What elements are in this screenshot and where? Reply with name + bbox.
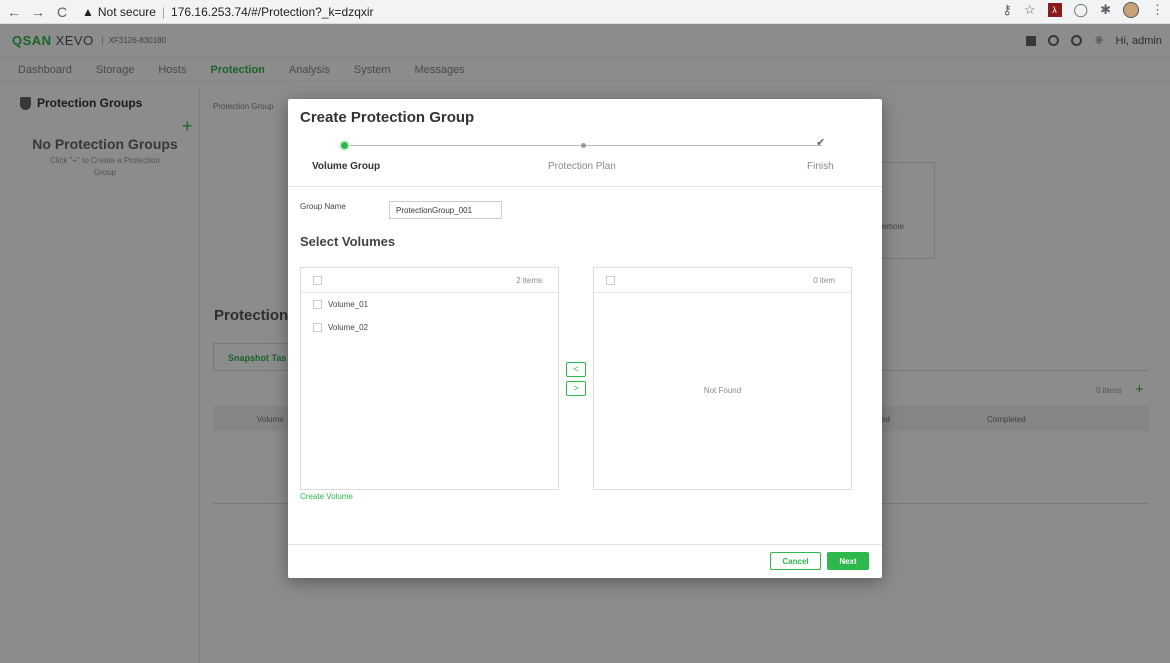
warning-icon: ▲ [82, 4, 94, 19]
browser-actions: ⚷ ☆ λ ◯ ✱ ⋮ [1002, 2, 1164, 18]
select-all-checkbox[interactable] [313, 276, 322, 285]
selected-list-header: 0 item [594, 268, 851, 293]
reload-icon[interactable]: C [52, 2, 72, 22]
step-connector-2 [586, 145, 822, 146]
step-protection-plan: Protection Plan [548, 161, 616, 172]
step-dot [581, 143, 586, 148]
group-name-label: Group Name [300, 202, 346, 211]
selected-count: 0 item [813, 276, 835, 285]
address-separator: | [161, 4, 166, 19]
menu-icon[interactable]: ⋮ [1151, 2, 1164, 18]
forward-icon[interactable]: → [28, 2, 48, 22]
volume-label: Volume_02 [328, 323, 369, 332]
available-list-header: 2 items [301, 268, 558, 293]
profile-avatar[interactable] [1123, 2, 1139, 18]
puzzle-extension-icon[interactable]: ✱ [1100, 2, 1111, 18]
key-icon[interactable]: ⚷ [1002, 2, 1012, 18]
address-bar[interactable]: ▲ Not secure | 176.16.253.74/#/Protectio… [82, 5, 374, 19]
available-volumes-list: 2 items Volume_01 Volume_02 [300, 267, 559, 490]
star-icon[interactable]: ☆ [1024, 2, 1036, 18]
volume-checkbox[interactable] [313, 323, 322, 333]
selected-volumes-list: 0 item Not Found [593, 267, 852, 490]
dialog-footer-divider [288, 544, 882, 545]
group-name-input[interactable] [389, 201, 502, 219]
circle-extension-icon[interactable]: ◯ [1074, 2, 1089, 18]
url-text: 176.16.253.74/#/Protection?_k=dzqxir [171, 4, 374, 19]
cancel-button[interactable]: Cancel [770, 552, 821, 570]
volume-label: Volume_01 [328, 300, 369, 309]
select-all-checkbox[interactable] [606, 276, 615, 285]
not-secure-label: Not secure [97, 4, 156, 19]
move-right-button[interactable]: > [566, 381, 586, 396]
create-protection-group-dialog: Create Protection Group ✔ Volume Group P… [288, 99, 882, 578]
browser-toolbar: ← → C ▲ Not secure | 176.16.253.74/#/Pro… [0, 0, 1170, 24]
list-item[interactable]: Volume_02 [313, 323, 369, 333]
next-button[interactable]: Next [827, 552, 869, 570]
step-finish: Finish [807, 161, 834, 172]
select-volumes-title: Select Volumes [300, 234, 396, 249]
step-active-dot [341, 142, 348, 149]
available-count: 2 items [516, 276, 542, 285]
pdf-extension-icon[interactable]: λ [1047, 3, 1062, 17]
step-volume-group: Volume Group [312, 161, 381, 172]
move-left-button[interactable]: < [566, 362, 586, 377]
create-volume-link[interactable]: Create Volume [300, 492, 353, 501]
check-icon: ✔ [816, 137, 826, 149]
empty-state: Not Found [703, 386, 742, 395]
back-icon[interactable]: ← [4, 2, 24, 22]
step-connector-1 [345, 145, 583, 146]
volume-checkbox[interactable] [313, 300, 322, 310]
dialog-header-divider [288, 186, 882, 187]
dialog-title: Create Protection Group [300, 109, 475, 126]
list-item[interactable]: Volume_01 [313, 300, 369, 310]
